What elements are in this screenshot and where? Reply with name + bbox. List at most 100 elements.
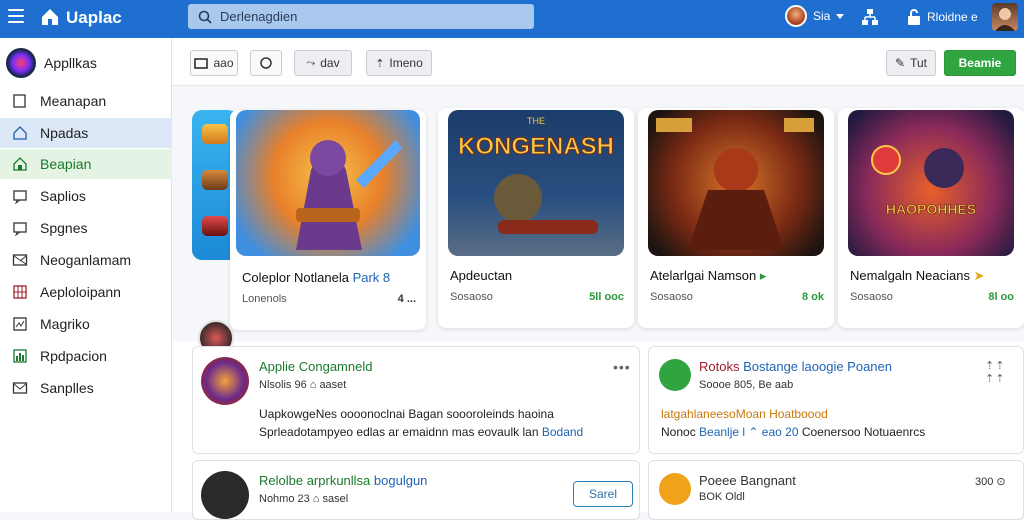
gem-icon — [202, 170, 228, 190]
game-count: 4 ... — [397, 293, 416, 305]
sidebar-item-label: Beapian — [40, 156, 92, 172]
game-title: Atelarlgai Namson ▸ — [650, 268, 767, 283]
post-meta: Soooe 805, Be aab — [699, 379, 794, 391]
hierarchy-icon[interactable] — [860, 7, 880, 27]
app-title[interactable]: Uaplac — [66, 8, 122, 28]
post-avatar[interactable] — [659, 359, 691, 391]
game-subtitle: Sosaoso — [850, 291, 893, 303]
user-name: Sia — [813, 9, 831, 23]
sidebar-item-saplios[interactable]: Saplios — [0, 181, 172, 211]
home-logo-icon[interactable] — [40, 7, 60, 27]
toolbar-button-beamie[interactable]: Beamie — [944, 50, 1016, 76]
game-card[interactable]: THE KONGENASH Apdeuctan Sosaoso 5ll ooc — [438, 108, 634, 328]
search-icon — [198, 10, 212, 24]
sidebar-item-label: Npadas — [40, 125, 89, 141]
user-avatar — [785, 5, 807, 27]
post-body-line: Sprleadotampyeo edlas ar emaidnn mas eov… — [259, 425, 584, 439]
chevron-down-icon — [836, 13, 845, 19]
toolbar-button-circle[interactable] — [250, 50, 282, 76]
post-card[interactable]: Applie Congamneld Nlsolis 96 ⌂ aaset •••… — [192, 346, 640, 454]
game-art-top: THE — [527, 116, 545, 126]
toolbar-button-label: Tut — [910, 56, 927, 70]
menu-icon[interactable] — [8, 9, 24, 23]
toolbar-button-aao[interactable]: aao — [190, 50, 238, 76]
sidebar-item-aeploloipann[interactable]: Aeploloipann — [0, 277, 172, 307]
chart-icon — [13, 349, 27, 363]
game-title: Nemalgaln Neacians ➤ — [850, 268, 985, 283]
post-meta: Nlsolis 96 ⌂ aaset — [259, 379, 347, 391]
more-options-icon[interactable]: ••• — [613, 359, 631, 375]
sidebar-item-label: Magriko — [40, 316, 90, 332]
post-avatar[interactable] — [201, 357, 249, 405]
sidebar-header[interactable]: Appllkas — [6, 48, 97, 78]
sidebar-item-npadas[interactable]: Npadas — [0, 118, 172, 148]
sidebar-item-meanapan[interactable]: Meanapan — [0, 86, 172, 116]
post-link[interactable]: Beanlje l ⌃ eao 20 — [699, 425, 798, 439]
game-art-title: KONGENASH — [458, 133, 614, 160]
toolbar-button-label: Imeno — [389, 56, 423, 70]
sidebar-item-label: Aeploloipann — [40, 284, 121, 300]
post-title[interactable]: Rotoks Bostange laoogie Poanen — [699, 359, 892, 374]
image-icon — [13, 317, 27, 331]
search-input[interactable] — [220, 9, 520, 24]
post-title[interactable]: Applie Congamneld — [259, 359, 372, 374]
toolbar-button-label: dav — [320, 56, 340, 70]
game-card[interactable]: Atelarlgai Namson ▸ Sosaoso 8 ok — [638, 108, 834, 328]
profile-avatar[interactable] — [992, 3, 1018, 31]
post-link[interactable]: Bodand — [542, 425, 583, 439]
search-bar[interactable] — [188, 4, 534, 29]
toolbar-button-tut[interactable]: ✎ Tut — [886, 50, 936, 76]
game-count: 8 ok — [801, 291, 824, 303]
home-icon — [13, 126, 27, 140]
game-title: Coleplor Notlanela Park 8 — [242, 270, 391, 285]
upload-icon: ⇡ — [375, 57, 385, 70]
share-icon: ⤳ — [306, 56, 316, 69]
sidebar-item-neoganlamam[interactable]: Neoganlamam — [0, 245, 172, 275]
monitor-icon — [13, 94, 26, 108]
game-art-title: HAOPOHHES — [886, 201, 976, 217]
folder-icon — [194, 58, 209, 69]
post-count: 300 ⊙ — [975, 476, 1006, 488]
toolbar-button-dav[interactable]: ⤳ dav — [294, 50, 352, 76]
post-meta: Nohmo 23 ⌂ sasel — [259, 493, 349, 505]
sidebar-item-beapian[interactable]: Beapian — [0, 149, 172, 179]
game-card[interactable]: Coleplor Notlanela Park 8 Lonenols 4 ... — [230, 110, 426, 330]
mail-icon — [12, 254, 28, 266]
game-subtitle: Sosaoso — [650, 291, 693, 303]
post-body-line: Nonoc Beanlje l ⌃ eao 20 Coenersoo Notua… — [661, 425, 926, 439]
home-icon — [13, 157, 27, 171]
user-menu[interactable]: Sia — [785, 5, 845, 27]
follow-button[interactable]: Sarel — [573, 481, 633, 507]
leaf-icon: ▸ — [759, 268, 767, 283]
top-bar: Uaplac Sia Rloidne e — [0, 0, 1024, 38]
sidebar-item-spgnes[interactable]: Spgnes — [0, 213, 172, 243]
post-avatar[interactable] — [659, 473, 691, 505]
sidebar-item-rpdpacion[interactable]: Rpdpacion — [0, 341, 172, 371]
post-body-line: UapkowgeNes oooonoclnai Bagan sooorolein… — [259, 407, 554, 421]
sidebar-item-magriko[interactable]: Magriko — [0, 309, 172, 339]
post-card[interactable]: Poeee Bangnant BOK Oldl 300 ⊙ — [648, 460, 1024, 520]
game-subtitle: Lonenols — [242, 293, 287, 305]
lock-icon[interactable] — [904, 7, 924, 27]
game-count: 5ll ooc — [589, 291, 624, 303]
post-title[interactable]: Relolbe arprkunllsa bogulgun — [259, 473, 427, 488]
calendar-icon — [13, 285, 27, 299]
game-art — [236, 110, 420, 256]
main-content: aao ⤳ dav ⇡ Imeno ✎ Tut Beamie Coleplor … — [172, 38, 1024, 520]
pin-icon: ✎ — [895, 56, 906, 70]
chat-icon — [13, 190, 27, 204]
post-card[interactable]: Relolbe arprkunllsa bogulgun Nohmo 23 ⌂ … — [192, 460, 640, 520]
sidebar-item-sanplles[interactable]: Sanplles — [0, 373, 172, 403]
toolbar-button-imeno[interactable]: ⇡ Imeno — [366, 50, 432, 76]
post-title[interactable]: Poeee Bangnant — [699, 473, 796, 488]
game-card[interactable]: HAOPOHHES Nemalgaln Neacians ➤ Sosaoso 8… — [838, 108, 1024, 328]
alerts-label[interactable]: Rloidne e — [927, 10, 978, 24]
game-count: 8l oo — [988, 291, 1014, 303]
game-art: THE KONGENASH — [448, 110, 624, 256]
sidebar-item-label: Spgnes — [40, 220, 88, 236]
sidebar-item-label: Meanapan — [40, 93, 107, 109]
mail-icon — [12, 382, 28, 394]
game-subtitle: Sosaoso — [450, 291, 493, 303]
share-icons[interactable]: ⇡⇡ ⇡⇡ — [985, 359, 1023, 385]
post-card[interactable]: Rotoks Bostange laoogie Poanen Soooe 805… — [648, 346, 1024, 454]
